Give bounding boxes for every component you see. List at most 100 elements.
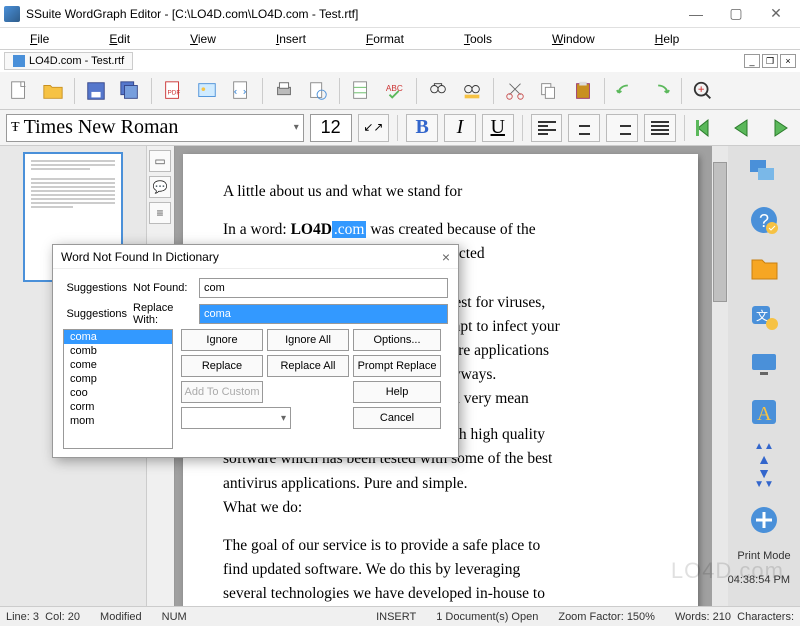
chevron-down-icon: ▾ [294,122,299,133]
zoom-in-button[interactable] [688,76,718,106]
spellcheck-dialog: Word Not Found In Dictionary × Suggestio… [52,244,459,458]
print-button[interactable] [269,76,299,106]
menu-insert[interactable]: Insert [276,32,306,46]
nav-first-button[interactable] [693,115,723,141]
font-size-combo[interactable]: 12 [310,114,352,142]
side-toolbar: ? 文 A ▲▲▲▼▼▼ Print Mode [728,146,800,606]
menu-edit[interactable]: Edit [109,32,130,46]
document-icon [13,55,25,67]
prompt-replace-button[interactable]: Prompt Replace [353,355,441,377]
font-size-tool[interactable]: ↙↗ [358,114,390,142]
nav-next-button[interactable] [764,115,794,141]
list-item[interactable]: come [64,358,172,372]
mdi-close[interactable]: × [780,54,796,68]
save-all-button[interactable] [115,76,145,106]
copy-button[interactable] [534,76,564,106]
monitor-icon[interactable] [746,346,782,382]
thumb-tool-page-icon[interactable]: ▭ [149,150,171,172]
replace-all-button[interactable]: Replace All [267,355,349,377]
nav-prev-button[interactable] [729,115,759,141]
export-html-button[interactable] [226,76,256,106]
underline-button[interactable]: U [482,114,514,142]
minimize-button[interactable]: — [676,0,716,28]
save-button[interactable] [81,76,111,106]
document-tab[interactable]: LO4D.com - Test.rtf [4,52,133,70]
align-justify-button[interactable] [644,114,676,142]
export-pdf-button[interactable]: PDF [158,76,188,106]
thumb-tool-outline-icon[interactable]: ≡ [149,202,171,224]
status-modified: Modified [100,611,142,623]
label-suggestions-1: Suggestions [63,282,133,294]
status-time: 04:38:54 PM [728,574,790,586]
find-button[interactable] [423,76,453,106]
windows-icon[interactable] [746,154,782,190]
replace-with-field[interactable]: coma [199,304,448,324]
doc-line2: In a word: LO4D.com was created because … [223,220,658,240]
align-center-button[interactable] [568,114,600,142]
translate-icon[interactable]: 文 [746,298,782,334]
doc-body-line: antivirus applications. Pure and simple. [223,474,658,494]
undo-button[interactable] [611,76,641,106]
help-icon[interactable]: ? [746,202,782,238]
dialog-titlebar[interactable]: Word Not Found In Dictionary × [53,245,458,269]
spellcheck-button[interactable]: ABC [380,76,410,106]
vertical-scrollbar[interactable] [712,146,728,606]
menu-window[interactable]: Window [552,32,595,46]
mdi-restore[interactable]: ❐ [762,54,778,68]
status-docs: 1 Document(s) Open [436,611,538,623]
bold-button[interactable]: B [406,114,438,142]
ignore-all-button[interactable]: Ignore All [267,329,349,351]
open-button[interactable] [38,76,68,106]
add-custom-button[interactable]: Add To Custom [181,381,263,403]
ignore-button[interactable]: Ignore [181,329,263,351]
cancel-button[interactable]: Cancel [353,407,441,429]
new-button[interactable] [4,76,34,106]
add-icon[interactable] [746,502,782,538]
replace-button[interactable] [457,76,487,106]
svg-text:PDF: PDF [168,89,181,96]
list-item[interactable]: comp [64,372,172,386]
menu-view[interactable]: View [190,32,216,46]
page-setup-button[interactable] [346,76,376,106]
maximize-button[interactable]: ▢ [716,0,756,28]
options-button[interactable]: Options... [353,329,441,351]
list-item[interactable]: corm [64,400,172,414]
label-replace-with: Replace With: [133,302,199,326]
font-style-icon[interactable]: A [746,394,782,430]
cut-button[interactable] [500,76,530,106]
menu-file[interactable]: File [30,32,49,46]
font-family-combo[interactable]: Ŧ Times New Roman ▾ [6,114,304,142]
suggestions-list[interactable]: coma comb come comp coo corm mom [63,329,173,449]
page-nav-cluster[interactable]: ▲▲▲▼▼▼ [754,442,774,490]
doc-heading: A little about us and what we stand for [223,182,658,202]
print-mode-label: Print Mode [737,550,790,562]
italic-button[interactable]: I [444,114,476,142]
list-item[interactable]: coo [64,386,172,400]
redo-button[interactable] [645,76,675,106]
mdi-minimize[interactable]: _ [744,54,760,68]
menu-format[interactable]: Format [366,32,404,46]
not-found-field[interactable]: com [199,278,448,298]
paste-button[interactable] [568,76,598,106]
menu-help[interactable]: Help [655,32,680,46]
document-tab-bar: LO4D.com - Test.rtf _ ❐ × [0,50,800,72]
thumb-tool-comment-icon[interactable]: 💬 [149,176,171,198]
align-left-button[interactable] [531,114,563,142]
print-preview-button[interactable] [303,76,333,106]
help-button[interactable]: Help [353,381,441,403]
menu-bar: File Edit View Insert Format Tools Windo… [0,28,800,50]
align-right-button[interactable] [606,114,638,142]
folder-icon[interactable] [746,250,782,286]
menu-tools[interactable]: Tools [464,32,492,46]
export-image-button[interactable] [192,76,222,106]
dialog-close-icon[interactable]: × [442,249,450,265]
label-suggestions-2: Suggestions [63,308,133,320]
close-button[interactable]: ✕ [756,0,796,28]
list-item[interactable]: mom [64,414,172,428]
label-not-found: Not Found: [133,282,199,294]
list-item[interactable]: coma [64,330,172,344]
list-item[interactable]: comb [64,344,172,358]
app-icon [4,6,20,22]
doc-body-line: The goal of our service is to provide a … [223,536,658,556]
replace-button[interactable]: Replace [181,355,263,377]
